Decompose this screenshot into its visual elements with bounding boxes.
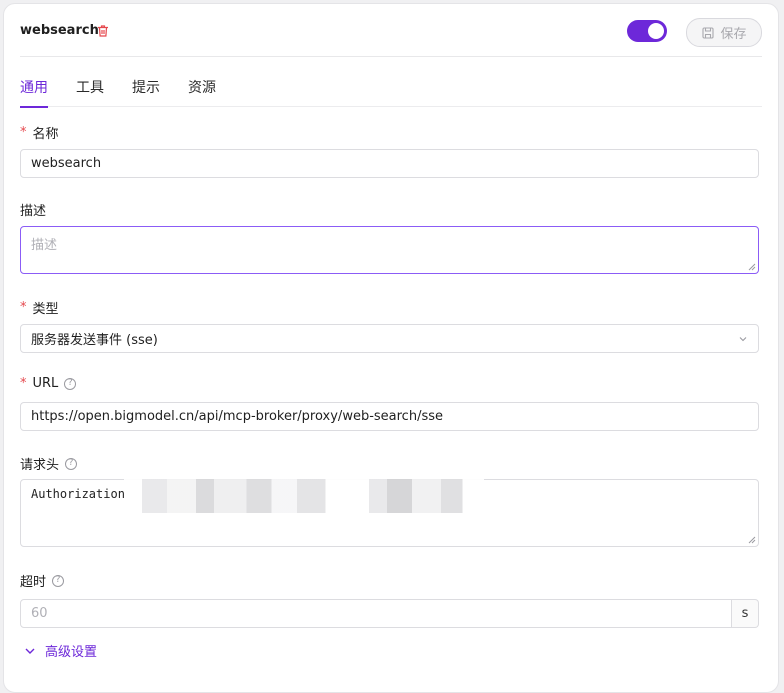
trash-icon[interactable] <box>96 24 110 38</box>
timeout-input[interactable]: 60 <box>20 599 732 628</box>
name-label: * 名称 <box>20 123 59 142</box>
description-label: 描述 <box>20 200 46 219</box>
required-mark: * <box>20 376 27 391</box>
name-input[interactable]: websearch <box>20 149 759 178</box>
headers-label: 请求头 ? <box>20 454 78 473</box>
save-label: 保存 <box>720 27 747 42</box>
redacted-token <box>124 479 484 513</box>
headers-value: Authorization <box>31 487 125 501</box>
tab-prompts[interactable]: 提示 <box>132 73 160 107</box>
timeout-input-group: 60 s <box>20 599 759 628</box>
mcp-server-panel: websearch 保存 通用 工具 提示 资源 * 名称 websearch … <box>3 3 779 693</box>
advanced-settings-toggle[interactable]: 高级设置 <box>24 641 97 660</box>
type-label: * 类型 <box>20 298 59 317</box>
help-circle-icon[interactable]: ? <box>64 377 77 390</box>
tab-bar: 通用 工具 提示 资源 <box>20 73 762 108</box>
help-circle-icon[interactable]: ? <box>65 457 78 470</box>
tab-tools[interactable]: 工具 <box>76 73 104 107</box>
required-mark: * <box>20 300 27 315</box>
url-label-text: URL <box>32 376 59 391</box>
resize-handle-icon[interactable] <box>747 262 756 271</box>
timeout-unit: s <box>732 599 759 628</box>
advanced-settings-label: 高级设置 <box>45 645 98 660</box>
description-textarea[interactable]: 描述 <box>20 226 759 274</box>
server-title: websearch <box>20 23 99 38</box>
headers-label-text: 请求头 <box>20 458 60 473</box>
description-label-text: 描述 <box>20 204 47 219</box>
name-label-text: 名称 <box>32 127 59 142</box>
toggle-knob <box>648 23 664 39</box>
name-value: websearch <box>31 156 102 171</box>
description-placeholder: 描述 <box>31 238 58 253</box>
save-icon <box>702 26 715 39</box>
panel-header: websearch 保存 <box>20 4 762 57</box>
required-mark: * <box>20 125 27 140</box>
save-button[interactable]: 保存 <box>686 18 762 47</box>
timeout-label: 超时 ? <box>20 571 65 590</box>
timeout-label-text: 超时 <box>20 575 47 590</box>
enable-toggle[interactable] <box>627 20 667 42</box>
type-select[interactable]: 服务器发送事件 (sse) <box>20 324 759 353</box>
type-label-text: 类型 <box>32 302 59 317</box>
url-label: * URL ? <box>20 376 77 391</box>
tab-general[interactable]: 通用 <box>20 73 48 108</box>
url-value: https://open.bigmodel.cn/api/mcp-broker/… <box>31 409 443 424</box>
chevron-down-icon <box>739 337 747 342</box>
url-input[interactable]: https://open.bigmodel.cn/api/mcp-broker/… <box>20 402 759 431</box>
tab-resources[interactable]: 资源 <box>188 73 216 107</box>
chevron-down-icon <box>25 648 35 654</box>
resize-handle-icon[interactable] <box>747 535 756 544</box>
help-circle-icon[interactable]: ? <box>52 574 65 587</box>
type-value: 服务器发送事件 (sse) <box>31 333 158 348</box>
timeout-placeholder: 60 <box>31 606 48 621</box>
